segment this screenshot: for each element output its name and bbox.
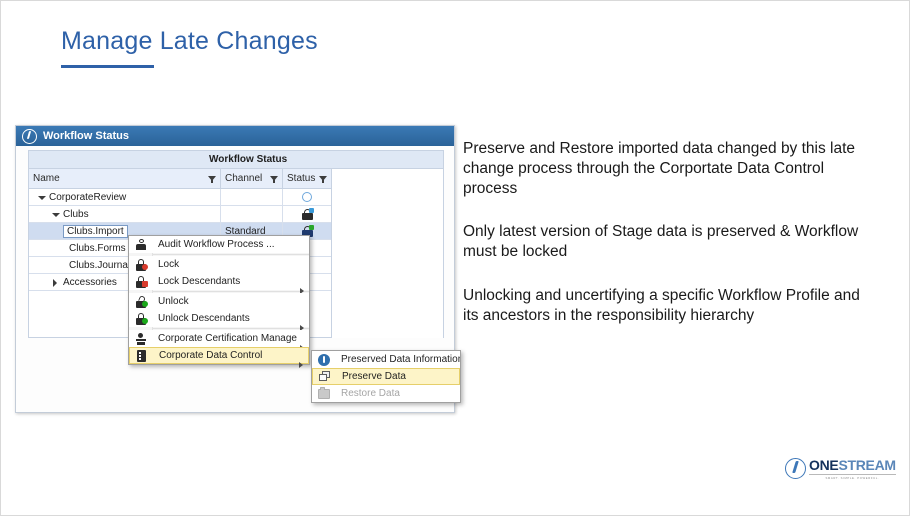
row-name-label: Clubs.Forms [69,242,126,254]
bullet-item: Preserve and Restore imported data chang… [463,140,856,197]
column-header-channel[interactable]: Channel [221,169,283,188]
column-header-status[interactable]: Status [283,169,331,188]
menu-item-label: Preserve Data [342,371,406,382]
slide-canvas: Manage Late Changes Workflow Status Work… [0,0,910,516]
title-block: Manage Late Changes [61,27,318,68]
menu-item-lock[interactable]: Lock [129,256,309,273]
menu-item-label: Unlock Descendants [158,313,250,324]
menu-separator [152,254,309,255]
bullet-item: Only latest version of Stage data is pre… [463,223,859,261]
expander-down-icon[interactable] [37,193,46,201]
menu-item-label: Unlock [158,296,189,307]
expander-right-icon[interactable] [51,278,59,287]
cell-name: Clubs [29,206,221,222]
menu-item-lock-descendants[interactable]: Lock Descendants [129,273,309,294]
menu-item-label: Corporate Data Control [159,350,263,361]
menu-item-label: Lock Descendants [158,276,241,287]
menu-item-label: Lock [158,259,180,270]
column-header-name-label: Name [33,173,60,184]
cell-status [283,206,331,222]
cell-channel [221,206,283,222]
filter-funnel-icon[interactable] [319,175,327,183]
menu-separator [152,328,309,329]
submenu-item-preserve-data[interactable]: Preserve Data [312,368,460,385]
grid-detail-pane [332,169,443,338]
onestream-logo: ONE STREAM SMART. SIMPLE. POWERFUL. [785,457,896,480]
menu-item-label: Corporate Certification Management [158,333,297,344]
context-menu: Audit Workflow Process ... Lock Lock Des… [128,235,461,403]
bullet-item: Unlocking and uncertifying a specific Wo… [463,287,860,324]
page-title: Manage Late Changes [61,27,318,55]
menu-item-corporate-data-control[interactable]: Corporate Data Control [129,347,309,368]
lock-red-icon [129,258,152,271]
row-name-label: Clubs [63,208,89,220]
grid-group-label: Workflow Status [209,154,288,165]
lock-red-plus-icon [129,275,152,288]
title-underline [61,65,154,68]
menu-separator [152,291,309,292]
grid-header-row: Name Channel Status [29,169,331,189]
row-name-label: CorporateReview [49,191,127,203]
row-name-label: Clubs.Journals [69,259,136,271]
expander-down-icon[interactable] [51,210,60,218]
onestream-mark-icon [785,458,806,479]
lock-blue-icon [301,207,314,220]
menu-item-label: Restore Data [341,388,400,399]
menu-item-audit-workflow-process[interactable]: Audit Workflow Process ... [129,236,309,253]
unlock-green-descendants-icon [129,312,152,325]
data-control-icon [130,349,153,362]
filter-funnel-icon[interactable] [270,175,278,183]
cell-status [283,189,331,205]
logo-stream-text: STREAM [838,457,896,473]
data-control-submenu: Preserved Data Information Preserve Data… [311,350,461,403]
cell-channel [221,189,283,205]
submenu-item-restore-data: Restore Data [312,385,460,402]
unlock-green-icon [129,294,152,308]
submenu-item-preserved-data-information[interactable]: Preserved Data Information [312,351,460,368]
menu-item-label: Preserved Data Information [341,354,460,365]
grid-group-header: Workflow Status [29,151,443,169]
restore-folder-icon [312,386,335,399]
row-name-label: Accessories [63,276,117,288]
bullet-list: Preserve and Restore imported data chang… [463,139,863,350]
circle-empty-icon [302,192,312,202]
window-title: Workflow Status [43,130,129,142]
menu-item-label: Audit Workflow Process ... [158,239,275,250]
copy-icon [313,371,336,382]
column-header-channel-label: Channel [225,173,263,184]
cell-name: CorporateReview [29,189,221,205]
menu-item-unlock-descendants[interactable]: Unlock Descendants [129,310,309,331]
certification-icon [129,332,152,345]
logo-tagline: SMART. SIMPLE. POWERFUL. [809,474,896,480]
filter-funnel-icon[interactable] [208,175,216,183]
table-row[interactable]: CorporateReview [29,189,331,206]
column-header-status-label: Status [287,173,316,184]
audit-icon [129,238,152,251]
onestream-circle-icon [22,128,37,144]
logo-one-text: ONE [809,457,839,473]
menu-item-unlock[interactable]: Unlock [129,293,309,310]
table-row[interactable]: Clubs [29,206,331,223]
menu-item-corporate-certification-management[interactable]: Corporate Certification Management [129,330,309,351]
window-titlebar: Workflow Status [16,126,454,146]
info-icon [312,353,335,366]
row-name-selected-box: Clubs.Import [63,224,128,238]
column-header-name[interactable]: Name [29,169,221,188]
